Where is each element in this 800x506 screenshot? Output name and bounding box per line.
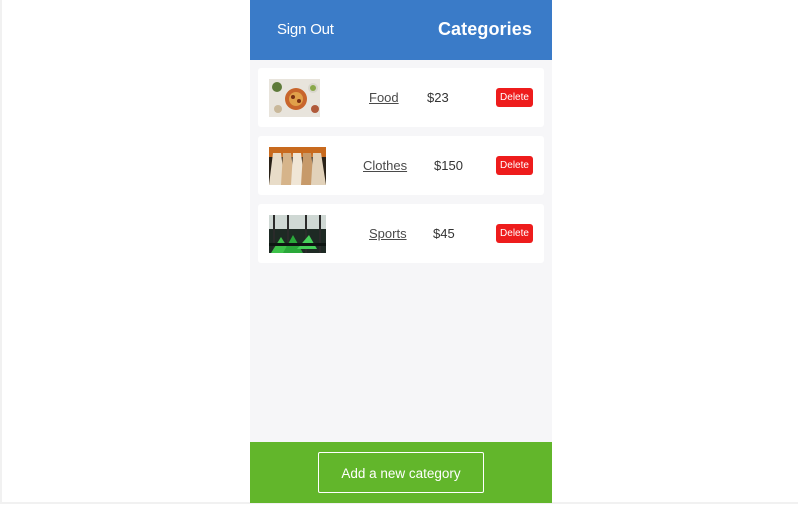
page-title: Categories (437, 19, 532, 39)
category-name-link[interactable]: Clothes (363, 158, 407, 173)
sports-image (269, 215, 326, 253)
app-footer: Add a new category (250, 442, 552, 503)
category-price: $45 (433, 226, 455, 241)
sign-out-link[interactable]: Sign Out (277, 21, 334, 38)
clothes-image (269, 147, 326, 185)
delete-button[interactable]: Delete (496, 156, 533, 175)
app-container: Sign Out Categories Food $23 Delete Clot… (250, 0, 552, 503)
category-card-sports: Sports $45 Delete (258, 204, 544, 263)
category-price: $150 (434, 158, 463, 173)
app-header: Sign Out Categories (250, 0, 552, 60)
category-price: $23 (427, 90, 449, 105)
add-category-button[interactable]: Add a new category (318, 452, 484, 493)
category-name-link[interactable]: Sports (369, 226, 407, 241)
food-image (269, 79, 320, 117)
delete-button[interactable]: Delete (496, 224, 533, 243)
category-card-clothes: Clothes $150 Delete (258, 136, 544, 195)
delete-button[interactable]: Delete (496, 88, 533, 107)
category-name-link[interactable]: Food (369, 90, 399, 105)
category-card-food: Food $23 Delete (258, 68, 544, 127)
category-list: Food $23 Delete Clothes $150 Delete Spor… (258, 68, 544, 272)
